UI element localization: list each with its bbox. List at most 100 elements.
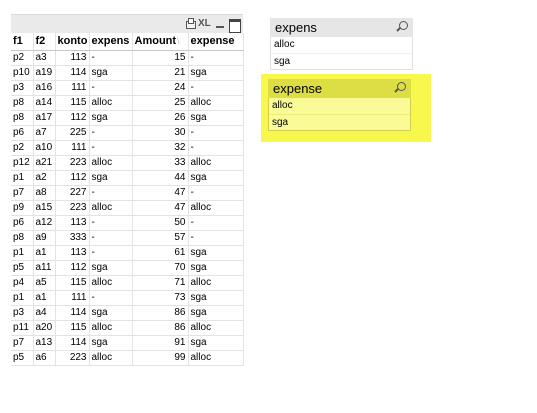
print-icon[interactable] [185,18,196,30]
table-cell[interactable]: - [89,185,133,201]
export-excel-icon[interactable]: XL [198,18,212,30]
table-cell[interactable]: alloc [188,95,244,111]
table-cell[interactable]: alloc [89,350,133,366]
table-cell[interactable]: a12 [33,215,56,231]
table-cell[interactable]: 111 [55,290,90,306]
table-cell[interactable]: sga [89,260,133,276]
column-header-f1[interactable]: f1 [11,33,34,51]
table-cell[interactable]: sga [188,305,244,321]
table-cell[interactable]: 227 [55,185,90,201]
table-cell[interactable]: a1 [33,245,56,261]
listbox-item-alloc[interactable]: alloc [271,37,412,53]
table-cell[interactable]: p7 [11,335,34,351]
table-cell[interactable]: - [89,125,133,141]
table-cell[interactable]: p12 [11,155,34,171]
table-cell[interactable]: a2 [33,170,56,186]
table-cell[interactable]: alloc [89,200,133,216]
table-cell[interactable]: 47 [132,200,189,216]
table-cell[interactable]: - [188,215,244,231]
table-cell[interactable]: sga [89,335,133,351]
table-cell[interactable]: p3 [11,305,34,321]
table-cell[interactable]: p9 [11,200,34,216]
table-cell[interactable]: 57 [132,230,189,246]
table-cell[interactable]: a3 [33,50,56,66]
table-cell[interactable]: alloc [188,200,244,216]
table-cell[interactable]: p3 [11,80,34,96]
table-cell[interactable]: a9 [33,230,56,246]
table-cell[interactable]: p1 [11,290,34,306]
table-cell[interactable]: alloc [188,320,244,336]
table-cell[interactable]: 223 [55,200,90,216]
table-cell[interactable]: 111 [55,80,90,96]
search-icon[interactable] [396,21,408,33]
table-cell[interactable]: sga [89,305,133,321]
table-cell[interactable]: 225 [55,125,90,141]
table-cell[interactable]: a5 [33,275,56,291]
table-cell[interactable]: p6 [11,215,34,231]
table-cell[interactable]: - [89,140,133,156]
table-cell[interactable]: sga [188,65,244,81]
table-cell[interactable]: p4 [11,275,34,291]
table-cell[interactable]: alloc [89,155,133,171]
table-cell[interactable]: a17 [33,110,56,126]
table-cell[interactable]: a4 [33,305,56,321]
table-cell[interactable]: 115 [55,320,90,336]
table-cell[interactable]: a7 [33,125,56,141]
table-cell[interactable]: sga [188,335,244,351]
table-cell[interactable]: 25 [132,95,189,111]
table-cell[interactable]: 50 [132,215,189,231]
table-cell[interactable]: a1 [33,290,56,306]
table-cell[interactable]: sga [89,110,133,126]
table-cell[interactable]: 99 [132,350,189,366]
table-cell[interactable]: sga [188,245,244,261]
table-cell[interactable]: sga [188,260,244,276]
table-cell[interactable]: - [89,80,133,96]
table-cell[interactable]: - [89,290,133,306]
table-cell[interactable]: alloc [188,350,244,366]
table-cell[interactable]: 86 [132,305,189,321]
column-header-expense[interactable]: expense [188,33,244,51]
listbox-item-sga[interactable]: sga [271,53,412,69]
table-cell[interactable]: p1 [11,170,34,186]
table-cell[interactable]: 114 [55,305,90,321]
table-cell[interactable]: p7 [11,185,34,201]
table-cell[interactable]: 113 [55,245,90,261]
listbox-item-alloc[interactable]: alloc [269,98,410,114]
table-cell[interactable]: - [89,230,133,246]
table-cell[interactable]: a13 [33,335,56,351]
table-cell[interactable]: 115 [55,275,90,291]
table-cell[interactable]: 86 [132,320,189,336]
table-cell[interactable]: 33 [132,155,189,171]
table-cell[interactable]: a8 [33,185,56,201]
table-cell[interactable]: 112 [55,260,90,276]
table-cell[interactable]: 32 [132,140,189,156]
table-cell[interactable]: - [188,230,244,246]
table-cell[interactable]: p2 [11,140,34,156]
table-cell[interactable]: 26 [132,110,189,126]
table-cell[interactable]: 114 [55,335,90,351]
table-cell[interactable]: 61 [132,245,189,261]
table-cell[interactable]: 44 [132,170,189,186]
table-cell[interactable]: 70 [132,260,189,276]
table-cell[interactable]: a20 [33,320,56,336]
table-cell[interactable]: p8 [11,95,34,111]
table-cell[interactable]: - [89,50,133,66]
table-cell[interactable]: sga [89,170,133,186]
column-header-amount[interactable]: Amount\ [132,33,189,51]
table-cell[interactable]: 112 [55,110,90,126]
table-cell[interactable]: 21 [132,65,189,81]
table-cell[interactable]: 111 [55,140,90,156]
table-cell[interactable]: alloc [89,95,133,111]
table-cell[interactable]: 113 [55,215,90,231]
table-cell[interactable]: 114 [55,65,90,81]
table-cell[interactable]: 73 [132,290,189,306]
table-cell[interactable]: 91 [132,335,189,351]
listbox-item-sga[interactable]: sga [269,114,410,130]
table-cell[interactable]: a14 [33,95,56,111]
table-cell[interactable]: alloc [188,155,244,171]
table-cell[interactable]: a15 [33,200,56,216]
table-cell[interactable]: p2 [11,50,34,66]
table-cell[interactable]: p8 [11,110,34,126]
table-cell[interactable]: 47 [132,185,189,201]
table-cell[interactable]: - [188,125,244,141]
